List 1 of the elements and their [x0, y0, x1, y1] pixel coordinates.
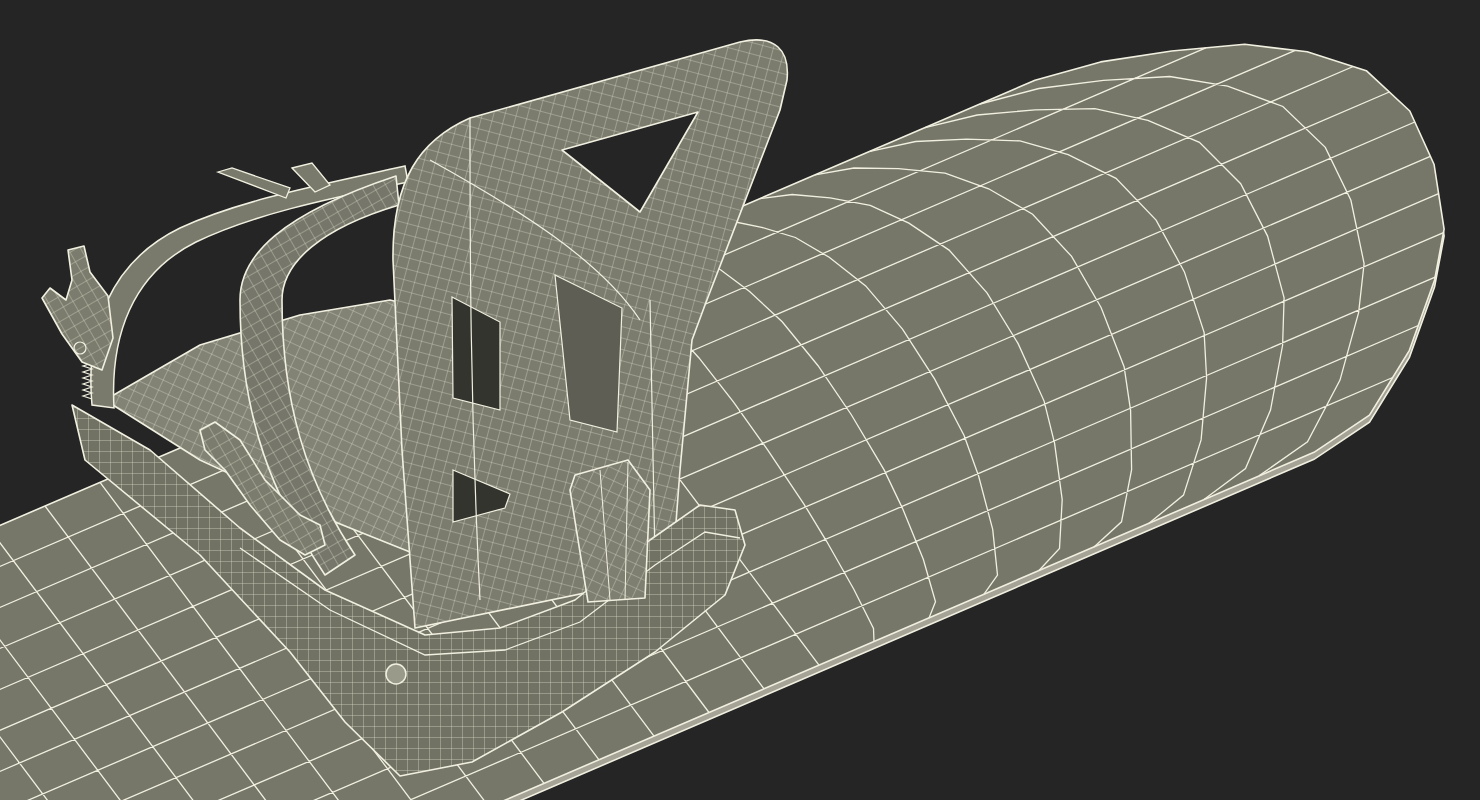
screw-head	[385, 663, 407, 685]
